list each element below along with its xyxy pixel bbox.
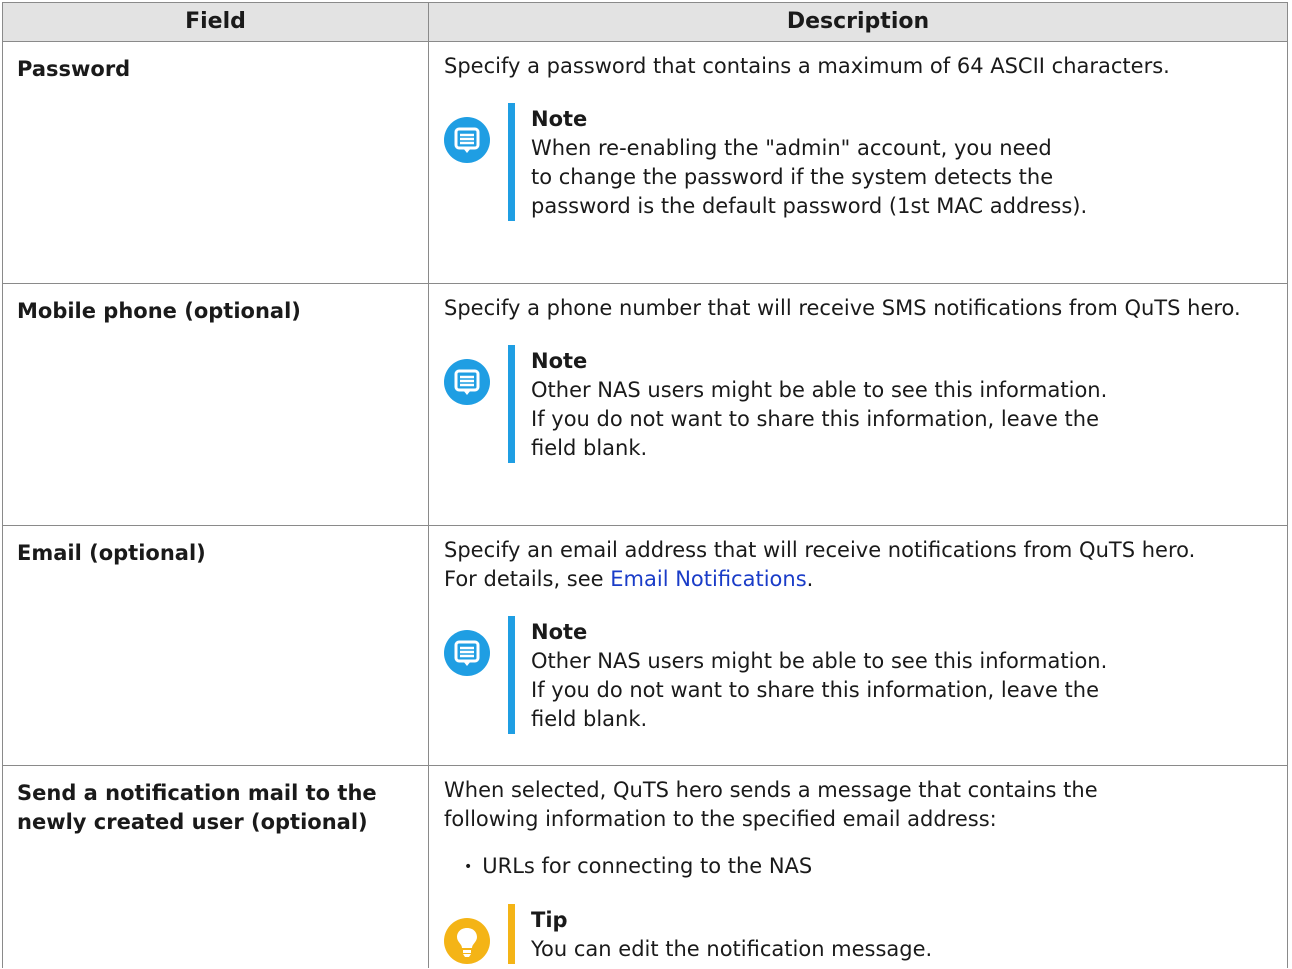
field-description: Specify an email address that will recei… xyxy=(428,525,1288,766)
note-title: Note xyxy=(531,349,588,373)
field-name: Mobile phone (optional) xyxy=(2,283,429,526)
field-name: Password xyxy=(2,41,429,284)
description-text: Specify a phone number that will receive… xyxy=(444,296,1241,320)
note-title: Note xyxy=(531,107,588,131)
field-description: Specify a password that contains a maxim… xyxy=(428,41,1288,284)
description-line: When selected, QuTS hero sends a message… xyxy=(444,778,1098,802)
email-notifications-link[interactable]: Email Notifications xyxy=(610,567,806,591)
field-description: When selected, QuTS hero sends a message… xyxy=(428,765,1288,968)
field-name-line: Send a notification mail to the xyxy=(17,781,377,805)
note-icon xyxy=(444,630,490,676)
note-line: If you do not want to share this informa… xyxy=(531,678,1100,702)
table-row: Mobile phone (optional) Specify a phone … xyxy=(2,283,1288,526)
note-box: Note Other NAS users might be able to se… xyxy=(444,616,1277,734)
note-line: If you do not want to share this informa… xyxy=(531,407,1100,431)
note-line: Other NAS users might be able to see thi… xyxy=(531,378,1108,402)
note-body: Note Other NAS users might be able to se… xyxy=(508,345,1107,463)
note-box: Note When re-enabling the "admin" accoun… xyxy=(444,103,1277,221)
lightbulb-icon xyxy=(444,918,490,964)
table-row: Password Specify a password that contain… xyxy=(2,41,1288,284)
description-line: following information to the specified e… xyxy=(444,807,997,831)
note-line: Other NAS users might be able to see thi… xyxy=(531,649,1108,673)
table-row: Email (optional) Specify an email addres… xyxy=(2,525,1288,766)
field-name: Send a notification mail to the newly cr… xyxy=(2,765,429,968)
tip-text: You can edit the notification message. xyxy=(531,937,933,961)
details-prefix: For details, see xyxy=(444,567,611,591)
note-body: Note Other NAS users might be able to se… xyxy=(508,616,1107,734)
note-line: password is the default password (1st MA… xyxy=(531,194,1088,218)
table-header-row: Field Description xyxy=(2,2,1288,42)
tip-body: Tip You can edit the notification messag… xyxy=(508,904,932,964)
note-line: to change the password if the system det… xyxy=(531,165,1054,189)
field-description: Specify a phone number that will receive… xyxy=(428,283,1288,526)
note-line: field blank. xyxy=(531,707,648,731)
note-icon xyxy=(444,359,490,405)
note-icon xyxy=(444,117,490,163)
details-suffix: . xyxy=(806,567,814,591)
note-line: field blank. xyxy=(531,436,648,460)
tip-box: Tip You can edit the notification messag… xyxy=(444,904,1277,964)
field-name-line: newly created user (optional) xyxy=(17,810,368,834)
note-title: Note xyxy=(531,620,588,644)
description-text: Specify a password that contains a maxim… xyxy=(444,54,1170,78)
field-description-table: Field Description Password Specify a pas… xyxy=(2,2,1288,968)
column-header-description: Description xyxy=(428,2,1288,42)
list-item: URLs for connecting to the NAS xyxy=(464,852,1277,882)
info-bullet-list: URLs for connecting to the NAS xyxy=(444,852,1277,882)
note-body: Note When re-enabling the "admin" accoun… xyxy=(508,103,1087,221)
column-header-field: Field xyxy=(2,2,429,42)
description-text: When selected, QuTS hero sends a message… xyxy=(444,776,1277,834)
field-name: Email (optional) xyxy=(2,525,429,766)
description-text: Specify an email address that will recei… xyxy=(444,536,1277,594)
note-box: Note Other NAS users might be able to se… xyxy=(444,345,1277,463)
tip-title: Tip xyxy=(531,908,568,932)
description-sentence: Specify an email address that will recei… xyxy=(444,538,1196,562)
note-line: When re-enabling the "admin" account, yo… xyxy=(531,136,1052,160)
table-row: Send a notification mail to the newly cr… xyxy=(2,765,1288,968)
